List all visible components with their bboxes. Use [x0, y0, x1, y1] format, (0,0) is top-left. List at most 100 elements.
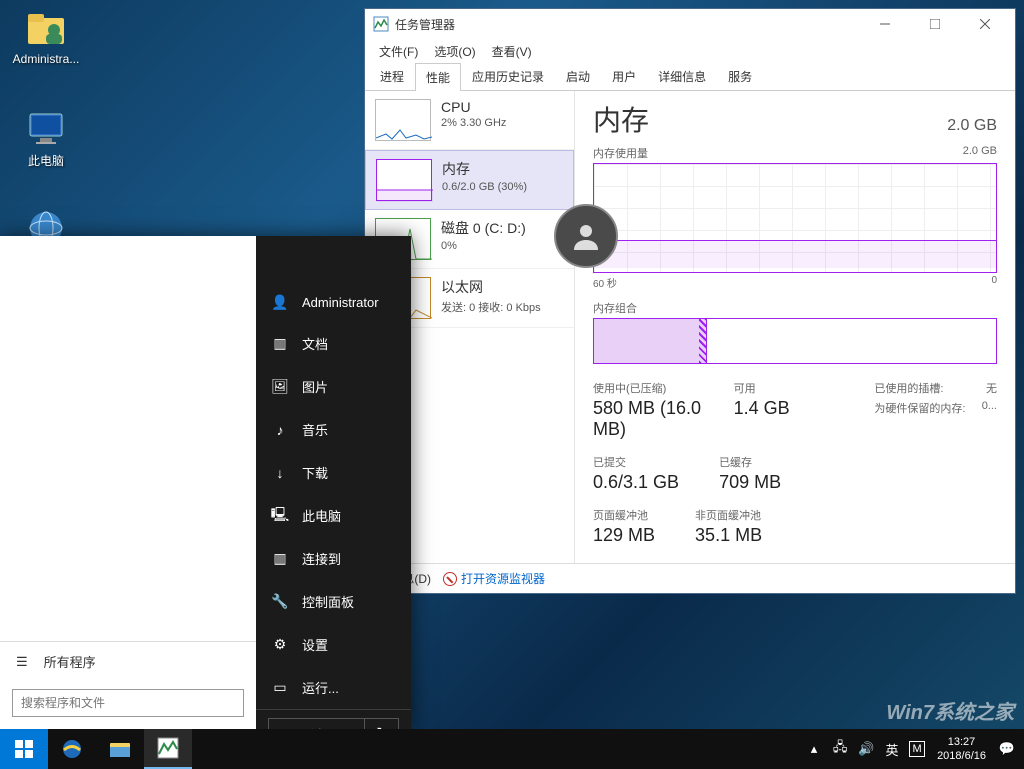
perf-heading: 内存 [593, 99, 649, 139]
menu-view[interactable]: 查看(V) [486, 41, 538, 62]
stat-nonpaged-label: 非页面缓冲池 [695, 507, 762, 523]
tab-startup[interactable]: 启动 [555, 62, 601, 90]
stat-avail-label: 可用 [734, 380, 857, 396]
memory-sparkline [376, 159, 432, 201]
start-menu-left: ☰ 所有程序 [0, 236, 256, 729]
memory-line [594, 240, 996, 268]
start-menu-programs-area [0, 236, 256, 641]
maximize-button[interactable] [913, 10, 957, 38]
stat-inuse-label: 使用中(已压缩) [593, 380, 716, 396]
memory-usage-chart[interactable] [593, 163, 997, 273]
wrench-icon: 🔧 [272, 594, 288, 610]
memory-composition-chart[interactable] [593, 318, 997, 364]
taskmgr-icon [373, 16, 389, 32]
close-button[interactable] [963, 10, 1007, 38]
list-icon: ☰ [16, 654, 28, 670]
no-icon [443, 572, 457, 586]
taskbar: ▴ 🖧 🔊 英 M 13:27 2018/6/16 💬 [0, 729, 1024, 769]
stat-committed-label: 已提交 [593, 454, 679, 470]
stat-hw-label: 为硬件保留的内存: [874, 400, 965, 416]
menu-file[interactable]: 文件(F) [373, 41, 424, 62]
tab-details[interactable]: 详细信息 [647, 62, 717, 90]
sidebar-item-music[interactable]: ♪音乐 [256, 408, 411, 451]
perf-main: 内存 2.0 GB 内存使用量 2.0 GB 60 秒 0 内存组合 使用中(已… [575, 91, 1015, 563]
tabs: 进程 性能 应用历史记录 启动 用户 详细信息 服务 [365, 63, 1015, 91]
menubar: 文件(F) 选项(O) 查看(V) [365, 39, 1015, 63]
minimize-button[interactable] [863, 10, 907, 38]
side-memory[interactable]: 内存0.6/2.0 GB (30%) [365, 150, 574, 210]
pc-icon: 🖳 [272, 508, 288, 524]
stat-slots-value: 无 [986, 380, 997, 396]
usage-max: 2.0 GB [963, 145, 997, 161]
sidebar-item-administrator[interactable]: 👤Administrator [256, 282, 411, 322]
tray-notifications-icon[interactable]: 💬 [998, 740, 1016, 758]
stat-slots-label: 已使用的插槽: [874, 380, 943, 396]
user-avatar[interactable] [554, 204, 618, 268]
tab-users[interactable]: 用户 [601, 62, 647, 90]
tab-performance[interactable]: 性能 [415, 63, 461, 91]
desktop-icon-administrator[interactable]: Administra... [8, 8, 84, 66]
tab-processes[interactable]: 进程 [369, 62, 415, 90]
stat-paged-label: 页面缓冲池 [593, 507, 655, 523]
titlebar[interactable]: 任务管理器 [365, 9, 1015, 39]
music-icon: ♪ [272, 422, 288, 438]
all-programs[interactable]: ☰ 所有程序 [0, 642, 256, 681]
stat-paged-value: 129 MB [593, 525, 655, 546]
taskmgr-footer: ◁ 信息(D) 打开资源监视器 [365, 563, 1015, 593]
sidebar-item-control-panel[interactable]: 🔧控制面板 [256, 580, 411, 623]
search-input[interactable] [12, 689, 244, 717]
sidebar-item-this-pc[interactable]: 🖳此电脑 [256, 494, 411, 537]
perf-capacity: 2.0 GB [947, 117, 997, 135]
tray-chevron-icon[interactable]: ▴ [805, 740, 823, 758]
sidebar-item-pictures[interactable]: 🖼图片 [256, 365, 411, 408]
desktop-icon-label: 此电脑 [8, 152, 84, 169]
tray-ime1[interactable]: 英 [883, 740, 901, 758]
taskbar-ie[interactable] [48, 729, 96, 769]
tray-network-icon[interactable]: 🖧 [831, 740, 849, 758]
axis-left: 60 秒 [593, 275, 617, 290]
axis-right: 0 [991, 275, 997, 290]
start-menu-right: 👤Administrator ▥文档 🖼图片 ♪音乐 ↓下载 🖳此电脑 ▥连接到… [256, 236, 411, 729]
stat-inuse-value: 580 MB (16.0 MB) [593, 398, 716, 440]
sidebar-item-run[interactable]: ▭运行... [256, 666, 411, 709]
taskbar-taskmgr[interactable] [144, 729, 192, 769]
start-right-items: 👤Administrator ▥文档 🖼图片 ♪音乐 ↓下载 🖳此电脑 ▥连接到… [256, 282, 411, 709]
start-menu: ☰ 所有程序 👤Administrator ▥文档 🖼图片 ♪音乐 ↓下载 🖳此… [0, 236, 411, 729]
perf-body: CPU2% 3.30 GHz 内存0.6/2.0 GB (30%) 磁盘 0 (… [365, 91, 1015, 563]
tray-clock[interactable]: 13:27 2018/6/16 [933, 735, 990, 763]
tab-services[interactable]: 服务 [717, 62, 763, 90]
compo-free [707, 319, 996, 363]
sidebar-item-documents[interactable]: ▥文档 [256, 322, 411, 365]
connect-icon: ▥ [272, 551, 288, 567]
sidebar-item-connect[interactable]: ▥连接到 [256, 537, 411, 580]
task-manager-window: 任务管理器 文件(F) 选项(O) 查看(V) 进程 性能 应用历史记录 启动 … [364, 8, 1016, 594]
tab-apphistory[interactable]: 应用历史记录 [461, 62, 555, 90]
composition-label: 内存组合 [593, 300, 997, 316]
gear-icon: ⚙ [272, 637, 288, 653]
stat-cached-label: 已缓存 [719, 454, 781, 470]
run-icon: ▭ [272, 680, 288, 696]
stat-avail-value: 1.4 GB [734, 398, 857, 419]
taskbar-explorer[interactable] [96, 729, 144, 769]
watermark: Win7系统之家 [886, 696, 1014, 725]
sidebar-item-settings[interactable]: ⚙设置 [256, 623, 411, 666]
menu-options[interactable]: 选项(O) [428, 41, 481, 62]
documents-icon: ▥ [272, 336, 288, 352]
download-icon: ↓ [272, 465, 288, 481]
stat-cached-value: 709 MB [719, 472, 781, 493]
tray-volume-icon[interactable]: 🔊 [857, 740, 875, 758]
stat-hw-value: 0... [982, 400, 997, 416]
stat-committed-value: 0.6/3.1 GB [593, 472, 679, 493]
resmon-link[interactable]: 打开资源监视器 [461, 570, 545, 587]
sidebar-item-downloads[interactable]: ↓下载 [256, 451, 411, 494]
stat-nonpaged-value: 35.1 MB [695, 525, 762, 546]
start-button[interactable] [0, 729, 48, 769]
user-icon: 👤 [272, 294, 288, 310]
pictures-icon: 🖼 [272, 379, 288, 395]
desktop-icon-label: Administra... [8, 52, 84, 66]
tray-ime2[interactable]: M [909, 741, 925, 757]
desktop-icon-this-pc[interactable]: 此电脑 [8, 108, 84, 169]
user-folder-icon [26, 8, 66, 48]
side-cpu[interactable]: CPU2% 3.30 GHz [365, 91, 574, 150]
system-tray: ▴ 🖧 🔊 英 M 13:27 2018/6/16 💬 [797, 735, 1024, 763]
